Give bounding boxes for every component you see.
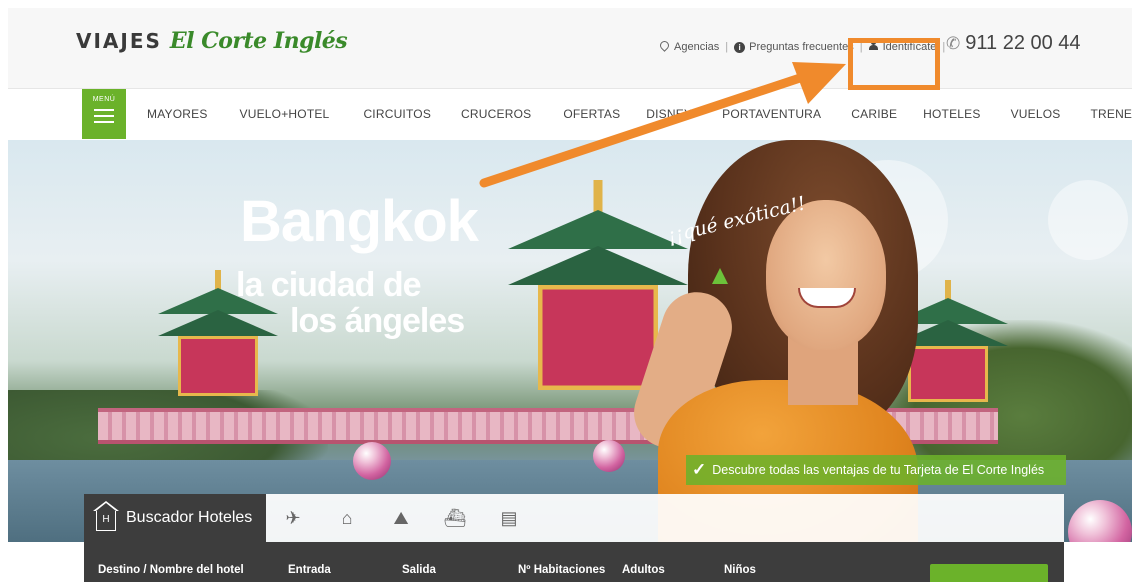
nav-item-circuitos[interactable]: CIRCUITOS bbox=[363, 107, 431, 121]
adultos-label: Adultos bbox=[622, 564, 665, 576]
flight-hotel-icon[interactable]: ✈ bbox=[276, 504, 310, 532]
cruise-icon[interactable]: ⛴ bbox=[438, 504, 472, 532]
separator: | bbox=[725, 40, 729, 53]
phone-number[interactable]: ✆ 911 22 00 44 bbox=[946, 32, 1081, 55]
tab-buscador-hoteles-label: Buscador Hoteles bbox=[126, 509, 253, 526]
circuit-icon[interactable]: ⛰ bbox=[384, 504, 418, 532]
menu-button[interactable]: MENÚ bbox=[82, 89, 126, 139]
nav-item-portaventura[interactable]: PORTAVENTURA bbox=[722, 107, 821, 121]
hamburger-icon bbox=[94, 109, 114, 123]
info-icon: i bbox=[734, 41, 746, 53]
tab-buscador-hoteles[interactable]: H Buscador Hoteles bbox=[84, 494, 266, 542]
nav-item-vuelo-hotel[interactable]: VUELO+HOTEL bbox=[240, 107, 330, 121]
promo-banner[interactable]: ✓ Descubre todas las ventajas de tu Tarj… bbox=[686, 455, 1066, 485]
hero-subtitle-line1: la ciudad de bbox=[236, 266, 421, 304]
nav-item-mayores[interactable]: MAYORES bbox=[147, 107, 208, 121]
agencias-label: Agencias bbox=[674, 40, 720, 53]
nav-item-hoteles[interactable]: HOTELES bbox=[923, 107, 980, 121]
nav-item-trenes[interactable]: TRENES bbox=[1090, 107, 1132, 121]
preguntas-frecuentes-link[interactable]: i Preguntas frecuentes bbox=[734, 41, 854, 53]
search-tabs: H Buscador Hoteles ✈ ⌂ ⛰ ⛴ ▤ bbox=[84, 494, 1064, 542]
preguntas-label: Preguntas frecuentes bbox=[749, 40, 854, 53]
habitaciones-label: Nº Habitaciones bbox=[518, 564, 606, 576]
promo-text: Descubre todas las ventajas de tu Tarjet… bbox=[712, 463, 1045, 477]
nav-item-vuelos[interactable]: VUELOS bbox=[1011, 107, 1061, 121]
hero-title: Bangkok bbox=[240, 189, 479, 254]
nav-items: MAYORES VUELO+HOTEL CIRCUITOS CRUCEROS O… bbox=[147, 107, 1132, 121]
phone-icon: ✆ bbox=[946, 33, 961, 53]
entrada-label: Entrada bbox=[288, 564, 331, 576]
location-pin-icon bbox=[658, 38, 671, 52]
separator: | bbox=[942, 40, 946, 53]
annotation-highlight-box bbox=[848, 38, 940, 90]
decorative-ball bbox=[353, 442, 391, 480]
salida-label: Salida bbox=[402, 564, 436, 576]
check-icon: ✓ bbox=[692, 460, 707, 479]
destino-label: Destino / Nombre del hotel bbox=[98, 564, 244, 576]
sky-bokeh bbox=[1048, 180, 1128, 260]
nav-item-ofertas[interactable]: OFERTAS bbox=[563, 107, 620, 121]
phone-text: 911 22 00 44 bbox=[965, 32, 1081, 54]
search-form: Destino / Nombre del hotel Entrada Salid… bbox=[84, 542, 1064, 582]
menu-label: MENÚ bbox=[92, 96, 116, 103]
logo-viajes-text: VIAJES bbox=[76, 29, 162, 53]
triangle-decoration bbox=[712, 268, 728, 284]
train-icon[interactable]: ▤ bbox=[492, 504, 526, 532]
nav-item-disney[interactable]: DISNEY bbox=[646, 107, 692, 121]
hero-subtitle-line2: los ángeles bbox=[290, 302, 465, 340]
nav-item-cruceros[interactable]: CRUCEROS bbox=[461, 107, 531, 121]
ninos-label: Niños bbox=[724, 564, 756, 576]
hotel-icon[interactable]: ⌂ bbox=[330, 504, 364, 532]
hotel-house-icon: H bbox=[93, 501, 119, 531]
page: VIAJES El Corte Inglés Agencias | i Pregu… bbox=[0, 0, 1132, 582]
nav-item-caribe[interactable]: CARIBE bbox=[851, 107, 897, 121]
agencias-link[interactable]: Agencias bbox=[658, 38, 720, 53]
decorative-ball bbox=[593, 440, 625, 472]
site-logo[interactable]: VIAJES El Corte Inglés bbox=[76, 28, 348, 54]
search-button[interactable] bbox=[930, 564, 1048, 582]
logo-brand-text: El Corte Inglés bbox=[169, 28, 348, 54]
